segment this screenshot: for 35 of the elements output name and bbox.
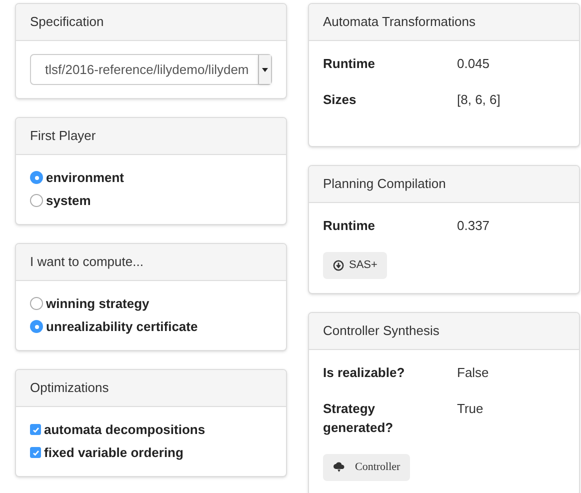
radio-option[interactable]: environment <box>30 168 272 187</box>
radio-button[interactable] <box>30 320 43 333</box>
cloud-download-icon <box>333 462 345 473</box>
field-label: Is realizable? <box>323 364 406 382</box>
field-value: False <box>457 364 489 382</box>
download-button[interactable]: SAS+ <box>323 252 388 279</box>
radio-button[interactable] <box>30 194 43 207</box>
download-icon <box>333 260 344 271</box>
field-value: 0.337 <box>457 217 490 235</box>
field-label: Runtime <box>323 55 376 73</box>
field-label: Strategy generated? <box>323 400 394 437</box>
field-label: Sizes <box>323 91 358 109</box>
radio-option[interactable]: winning strategy <box>30 294 272 313</box>
panel-title: Specification <box>30 14 104 29</box>
field-value: True <box>457 400 484 418</box>
download-button[interactable]: Controller <box>323 454 410 481</box>
caret-icon <box>258 55 271 84</box>
panel-title: Automata Transformations <box>323 14 476 29</box>
radio-button[interactable] <box>30 297 43 310</box>
checkbox-option[interactable]: automata decompositions <box>30 420 272 439</box>
panel-title: Controller Synthesis <box>323 323 440 338</box>
spec-select[interactable]: tlsf/2016-reference/lilydemo/lilydem <box>30 54 272 85</box>
field-value: [8, 6, 6] <box>457 91 500 109</box>
radio-option[interactable]: unrealizability certificate <box>30 317 272 336</box>
panel-title: Optimizations <box>30 380 109 395</box>
field-label: Runtime <box>323 217 376 235</box>
checkbox-option[interactable]: fixed variable ordering <box>30 443 272 462</box>
checkbox[interactable] <box>30 447 41 458</box>
radio-option[interactable]: system <box>30 191 272 210</box>
field-value: 0.045 <box>457 55 490 73</box>
checkbox[interactable] <box>30 424 41 435</box>
panel-title: I want to compute... <box>30 254 144 269</box>
radio-button[interactable] <box>30 171 43 184</box>
panel-title: Planning Compilation <box>323 176 446 191</box>
panel-title: First Player <box>30 128 96 143</box>
